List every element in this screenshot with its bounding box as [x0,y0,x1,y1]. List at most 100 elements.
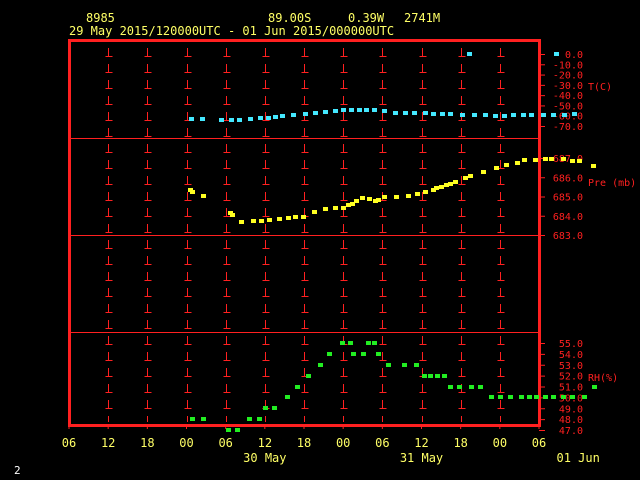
meteogram-chart: 06 12 18 00 06 12 18 00 06 12 18 00 06 30 May 31 May 01… [62,39,636,465]
pressure-tick-label: 684.0 [553,212,583,223]
rh-point [263,406,268,410]
x-tick-label: 18 [453,436,467,450]
pressure-point [323,207,328,211]
rh-point [361,352,366,356]
temp-point [562,113,567,117]
temp-point [323,110,328,114]
temp-point [431,112,436,116]
pressure-point [453,180,458,184]
pressure-point [591,164,596,168]
rh-point [519,395,524,399]
rh-point [386,363,391,367]
rh-point [561,395,566,399]
temp-point [472,113,477,117]
rh-point [457,385,462,389]
pressure-point [293,215,298,219]
rh-point [226,428,231,432]
temp-point [219,118,224,122]
pressure-point [549,157,554,161]
rh-tick-label: 54.0 [559,350,583,361]
temp-point [493,114,498,118]
temp-point [303,112,308,116]
x-axis: 06 12 18 00 06 12 18 00 06 12 18 00 06 30 May 31 May 01… [62,425,600,465]
temp-point [554,52,559,56]
pressure-point [367,197,372,201]
pressure-point [376,198,381,202]
rh-point [366,341,371,345]
x-tick-label: 00 [493,436,507,450]
rh-point [372,341,377,345]
rh-point [422,374,427,378]
x-tick-label: 00 [179,436,193,450]
temp-point [229,118,234,122]
pressure-point [468,174,473,178]
pressure-tick-label: 686.0 [553,173,583,184]
rh-point [570,395,575,399]
rh-point [402,363,407,367]
pressure-point [415,192,420,196]
rh-tick-label: 51.0 [559,383,583,394]
rh-series [190,341,597,432]
temp-tick-label: -70.0 [553,122,583,133]
x-tick-label: 00 [336,436,350,450]
temp-point [364,108,369,112]
pressure-point [522,158,527,162]
pressure-point [561,157,566,161]
temp-point [440,112,445,116]
x-tick-label: 12 [258,436,272,450]
pressure-point [448,182,453,186]
temp-point [248,117,253,121]
temp-point [313,111,318,115]
rh-point [257,417,262,421]
temp-point [200,117,205,121]
pressure-point [463,176,468,180]
pressure-point [533,158,538,162]
rh-point [376,352,381,356]
pressure-tick-label: 683.0 [553,231,583,242]
temp-point [382,109,387,113]
temp-point [333,109,338,113]
pressure-axis-label: Pre (mb) [588,178,636,189]
pressure-point [239,220,244,224]
temp-point [541,113,546,117]
rh-tick-label: 53.0 [559,361,583,372]
x-tick-label: 06 [375,436,389,450]
pressure-point [201,194,206,198]
rh-point [247,417,252,421]
rh-tick-label: 52.0 [559,372,583,383]
rh-point [592,385,597,389]
pressure-point [515,161,520,165]
rh-tick-label: 47.0 [559,426,583,437]
rh-point [272,406,277,410]
x-day-label: 30 May [243,451,286,465]
temp-point [258,116,263,120]
x-tick-label: 06 [532,436,546,450]
temp-point [448,112,453,116]
pressure-point [394,195,399,199]
temp-point [266,116,271,120]
pressure-point [190,190,195,194]
temp-point [412,111,417,115]
temp-point [511,113,516,117]
temp-point [372,108,377,112]
pressure-point [481,170,486,174]
rh-point [327,352,332,356]
rh-point [414,363,419,367]
rh-point [498,395,503,399]
temp-point [393,111,398,115]
x-tick-label: 12 [414,436,428,450]
x-tick-label: 18 [297,436,311,450]
rh-point [348,341,353,345]
rh-point [551,395,556,399]
pressure-point [286,216,291,220]
pressure-point [259,219,264,223]
temp-point [551,113,556,117]
temp-point [521,113,526,117]
pressure-point [570,159,575,163]
temp-point [237,118,242,122]
x-tick-label: 06 [218,436,232,450]
pressure-point [277,217,282,221]
temp-point [280,114,285,118]
rh-point [489,395,494,399]
temp-point [357,108,362,112]
